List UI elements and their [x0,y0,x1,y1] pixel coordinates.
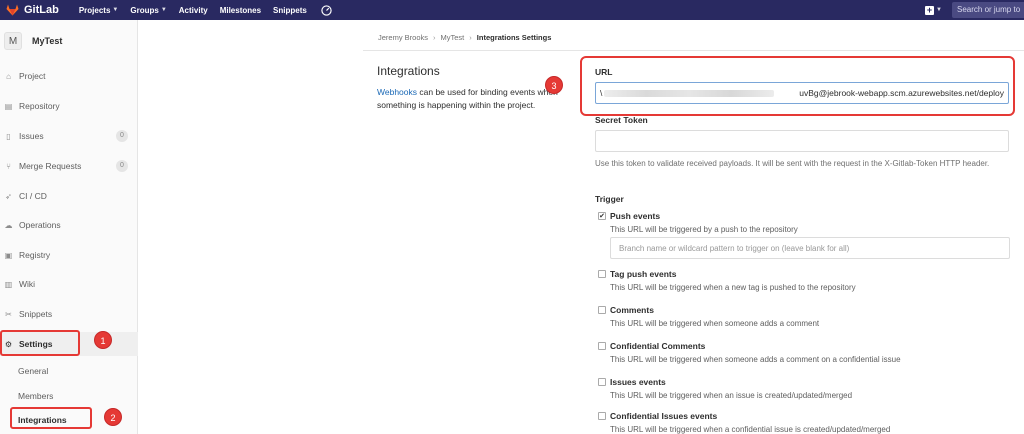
sidebar-item-label: Merge Requests [19,161,82,171]
issues-icon: ▯ [6,131,11,141]
nav-activity[interactable]: Activity [179,5,208,16]
sidebar-item-label: Issues [19,131,44,141]
nav-projects[interactable]: Projects ▼ [79,5,119,16]
confidential-comments-checkbox[interactable] [598,342,606,350]
annotation-badge-1: 1 [94,331,112,349]
annotation-badge-2: 2 [104,408,122,426]
sidebar-subitem-general[interactable]: General [18,366,48,376]
box-icon: ▣ [4,250,13,260]
url-input[interactable]: \ uvBg@jebrook-webapp.scm.azurewebsites.… [595,82,1009,104]
trigger-desc: This URL will be triggered when someone … [610,319,820,328]
sidebar-item-project[interactable]: ⌂ Project [0,66,138,86]
trigger-name: Issues events [610,377,666,387]
sidebar-item-registry[interactable]: ▣ Registry [0,245,138,265]
branch-filter-placeholder: Branch name or wildcard pattern to trigg… [619,244,850,253]
tag-push-checkbox[interactable] [598,270,606,278]
trigger-desc: This URL will be triggered when a confid… [610,425,891,434]
search-input[interactable]: Search or jump to [952,2,1024,18]
chevron-down-icon: ▼ [160,7,167,13]
sidebar-item-ci-cd[interactable]: ➶ CI / CD [0,186,138,206]
trigger-name: Confidential Comments [610,341,706,351]
sidebar-item-label: Snippets [19,309,53,319]
new-dropdown-button[interactable]: + ▼ [925,4,942,15]
branch-filter-input[interactable]: Branch name or wildcard pattern to trigg… [610,237,1010,259]
secret-token-label: Secret Token [595,115,648,125]
project-name: MyTest [32,36,63,46]
webhooks-link[interactable]: Webhooks [377,87,417,97]
secret-token-input[interactable] [595,130,1009,152]
scissors-icon: ✂ [5,309,12,319]
annotation-badge-3: 3 [545,76,563,94]
nav-label: Snippets [273,5,307,15]
push-events-checkbox[interactable]: ✔ [598,212,606,220]
breadcrumb-project[interactable]: MyTest [441,33,465,42]
trigger-label: Trigger [595,194,624,204]
confidential-issues-checkbox[interactable] [598,412,606,420]
rocket-icon: ➶ [5,191,12,201]
url-prefix: \ [600,88,603,98]
sidebar-item-label: CI / CD [19,191,47,201]
nav-label: Projects [78,5,111,15]
book-icon: ▥ [4,279,13,289]
top-navbar: GitLab Projects ▼ Groups ▼ Activity Milest… [0,0,1024,20]
header-divider [363,50,1024,51]
sidebar-project-header[interactable]: M MyTest [0,20,137,62]
sidebar-item-operations[interactable]: ☁ Operations [0,215,138,235]
trigger-name: Confidential Issues events [610,411,718,421]
gauge-icon[interactable] [321,4,332,16]
cloud-icon: ☁ [4,220,13,230]
gitlab-logo-icon [6,4,19,16]
sidebar-item-label: Operations [19,220,61,230]
trigger-desc: This URL will be triggered when a new ta… [610,283,856,292]
sidebar-item-merge-requests[interactable]: ⑂ Merge Requests 0 [0,156,138,176]
sidebar-item-issues[interactable]: ▯ Issues 0 [0,126,138,146]
issues-events-checkbox[interactable] [598,378,606,386]
page-title: Integrations [377,64,440,78]
nav-label: Milestones [219,5,262,15]
sidebar-item-label: Registry [19,250,51,260]
trigger-name: Push events [610,211,661,221]
url-value: uvBg@jebrook-webapp.scm.azurewebsites.ne… [799,88,1004,98]
avatar: M [4,32,22,50]
trigger-desc: This URL will be triggered by a push to … [610,225,798,234]
sidebar-item-wiki[interactable]: ▥ Wiki [0,274,138,294]
chevron-right-icon: › [433,33,436,42]
chevron-right-icon: › [469,33,472,42]
secret-token-help: Use this token to validate received payl… [595,159,990,168]
breadcrumb: Jeremy Brooks › MyTest › Integrations Se… [378,33,551,42]
breadcrumb-user[interactable]: Jeremy Brooks [378,33,428,42]
chevron-down-icon: ▼ [936,7,942,13]
doc-icon: ▤ [4,101,13,111]
breadcrumb-current[interactable]: Integrations Settings [477,33,552,42]
url-label: URL [595,67,613,77]
sidebar-item-repository[interactable]: ▤ Repository [0,96,138,116]
trigger-name: Tag push events [610,269,677,279]
merge-icon: ⑂ [6,161,11,171]
trigger-desc: This URL will be triggered when an issue… [610,391,853,400]
plus-icon: + [925,4,935,15]
chevron-down-icon: ▼ [112,7,119,13]
gitlab-brand[interactable]: GitLab [6,4,59,16]
trigger-name: Comments [610,305,654,315]
trigger-desc: This URL will be triggered when someone … [610,355,901,364]
nav-milestones[interactable]: Milestones [220,5,261,16]
issues-count-badge: 0 [116,130,128,142]
redacted-credentials [604,90,774,97]
nav-snippets[interactable]: Snippets [273,5,307,16]
sidebar-item-label: Project [19,71,46,81]
comments-checkbox[interactable] [598,306,606,314]
nav-label: Groups [130,5,159,15]
brand-name: GitLab [24,4,59,16]
sidebar-item-label: Repository [19,101,60,111]
merge-count-badge: 0 [116,160,128,172]
integrations-annotation-box [10,407,92,429]
nav-label: Activity [178,5,208,15]
sidebar-item-label: Wiki [19,279,36,289]
home-icon: ⌂ [6,71,11,81]
nav-groups[interactable]: Groups ▼ [130,5,166,16]
sidebar-item-snippets[interactable]: ✂ Snippets [0,304,138,324]
sidebar-subitem-members[interactable]: Members [18,391,53,401]
settings-annotation-box [0,330,80,356]
